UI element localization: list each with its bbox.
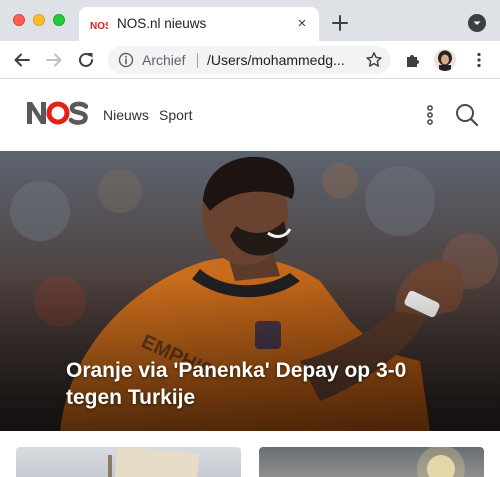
svg-text:NOS: NOS	[90, 21, 108, 32]
search-icon[interactable]	[454, 102, 480, 128]
tab-search-button[interactable]	[468, 14, 486, 32]
nav-link-sport[interactable]: Sport	[159, 107, 192, 123]
tab-title: NOS.nl nieuws	[117, 16, 207, 31]
omnibox-divider	[197, 53, 198, 68]
close-window-button[interactable]	[13, 14, 25, 26]
tab-close-button[interactable]: ×	[293, 15, 311, 33]
info-icon[interactable]	[118, 52, 134, 68]
browser-tab-active[interactable]: NOS NOS.nl nieuws ×	[79, 7, 319, 41]
nav-link-nieuws[interactable]: Nieuws	[103, 107, 149, 123]
nos-logo[interactable]	[26, 100, 88, 126]
article-card-image	[417, 447, 465, 477]
site-header: Nieuws Sport	[0, 80, 500, 151]
browser-tabstrip: NOS NOS.nl nieuws ×	[0, 0, 500, 41]
hero-article[interactable]: EMPHIS Oranje via 'Panenka' Depay op 3-0…	[0, 151, 500, 431]
article-card-list	[0, 431, 500, 477]
nos-favicon-icon: NOS	[90, 21, 108, 32]
article-card[interactable]	[259, 447, 484, 477]
site-info-label: Archief	[142, 52, 186, 68]
forward-button[interactable]	[44, 50, 64, 70]
minimize-window-button[interactable]	[33, 14, 45, 26]
article-card[interactable]	[16, 447, 241, 477]
more-options-icon[interactable]	[420, 102, 440, 128]
bookmark-star-icon[interactable]	[365, 51, 383, 69]
browser-menu-icon[interactable]	[470, 51, 488, 69]
browser-toolbar: Archief /Users/mohammedg...	[0, 41, 500, 79]
article-card-image	[108, 447, 199, 477]
profile-avatar[interactable]	[434, 49, 456, 71]
hero-headline[interactable]: Oranje via 'Panenka' Depay op 3-0 tegen …	[66, 357, 426, 411]
address-bar[interactable]: Archief /Users/mohammedg...	[108, 46, 391, 74]
extensions-puzzle-icon[interactable]	[404, 51, 422, 69]
maximize-window-button[interactable]	[53, 14, 65, 26]
url-text[interactable]: /Users/mohammedg...	[207, 52, 355, 68]
new-tab-button[interactable]	[329, 12, 351, 34]
back-button[interactable]	[12, 50, 32, 70]
chevron-down-icon	[473, 21, 481, 25]
reload-button[interactable]	[76, 50, 96, 70]
avatar-image-icon	[434, 49, 456, 71]
